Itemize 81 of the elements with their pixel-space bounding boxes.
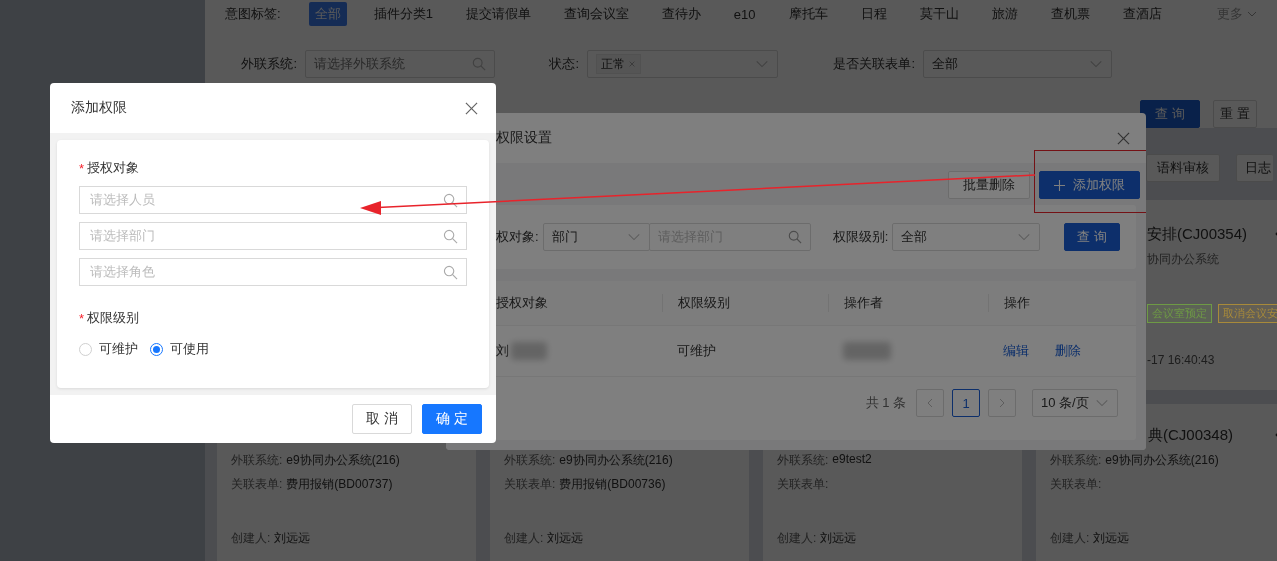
field-value: e9协同办公系统(216) bbox=[286, 452, 400, 469]
tag-chip[interactable]: 查询会议室 bbox=[557, 2, 635, 26]
total-count: 共 1 条 bbox=[865, 394, 906, 412]
field-value: 刘远远 bbox=[1093, 530, 1130, 547]
search-icon bbox=[443, 192, 458, 208]
column-header: 操作 bbox=[988, 294, 1136, 312]
card-title: 安排(CJ00354) bbox=[1147, 224, 1248, 244]
field-value: 刘远远 bbox=[820, 530, 857, 547]
tag-chip[interactable]: 查酒店 bbox=[1116, 2, 1168, 26]
select-field[interactable]: 全部 bbox=[892, 223, 1041, 251]
radio-option[interactable]: 可使用 bbox=[150, 340, 209, 358]
next-page-button[interactable] bbox=[988, 389, 1016, 417]
prev-page-button[interactable] bbox=[916, 389, 944, 417]
field-value: e9test2 bbox=[832, 452, 872, 468]
tag-chip[interactable]: 旅游 bbox=[985, 2, 1024, 26]
radio-option[interactable]: 可维护 bbox=[79, 340, 138, 358]
status-tag: 取消会议安 bbox=[1218, 304, 1277, 323]
column-header: 授权对象 bbox=[496, 294, 549, 312]
field-value: 刘远远 bbox=[274, 530, 311, 547]
tag-chip[interactable]: 提交请假单 bbox=[459, 2, 537, 26]
search-field[interactable]: 请选择部门 bbox=[79, 222, 467, 250]
field-label: 权限级别 bbox=[87, 309, 140, 327]
search-icon bbox=[787, 230, 802, 244]
column-header: 权限级别 bbox=[662, 294, 828, 312]
tag-chip[interactable]: 日程 bbox=[854, 2, 893, 26]
filter-label: 意图标签: bbox=[225, 5, 281, 23]
action-link[interactable]: 删除 bbox=[1055, 342, 1081, 360]
tag-chip[interactable]: e10 bbox=[727, 3, 762, 25]
tag-chip[interactable]: 摩托车 bbox=[782, 2, 834, 26]
filter-label: 外联系统: bbox=[240, 55, 297, 73]
page-button[interactable]: 1 bbox=[952, 389, 980, 417]
close-icon[interactable] bbox=[465, 101, 478, 115]
tag-chip[interactable]: 查机票 bbox=[1044, 2, 1096, 26]
page-size-select[interactable]: 10 条/页 bbox=[1032, 389, 1118, 417]
table-cell: 可维护 bbox=[677, 342, 716, 360]
card-time: -17 16:40:43 bbox=[1147, 353, 1216, 367]
status-select[interactable]: 正常 bbox=[587, 50, 778, 78]
search-icon bbox=[443, 228, 458, 244]
chevron-left-icon bbox=[925, 398, 935, 408]
field-value: 刘远远 bbox=[547, 530, 584, 547]
search-icon bbox=[443, 264, 458, 280]
chevron-right-icon bbox=[997, 398, 1007, 408]
plus-icon bbox=[1054, 179, 1065, 191]
search-field[interactable]: 请选择角色 bbox=[79, 258, 467, 286]
field-value: 费用报销(BD00736) bbox=[559, 476, 666, 493]
action-button[interactable]: 查 询 bbox=[1140, 100, 1200, 128]
search-icon bbox=[472, 57, 486, 71]
field-label: 授权对象 bbox=[87, 159, 140, 177]
field-value: e9协同办公系统(216) bbox=[559, 452, 673, 469]
search-field[interactable]: 请选择人员 bbox=[79, 186, 467, 214]
dialog-title: 权限设置 bbox=[496, 129, 552, 147]
close-icon[interactable] bbox=[1117, 131, 1130, 145]
toolbar-button[interactable]: 添加权限 bbox=[1039, 171, 1140, 199]
query-button[interactable]: 查 询 bbox=[1064, 223, 1121, 251]
required-mark: * bbox=[79, 160, 85, 176]
filter-label: 权对象: bbox=[496, 228, 539, 246]
select-field[interactable]: 部门 bbox=[542, 223, 650, 251]
select-field[interactable]: 全部 bbox=[923, 50, 1112, 78]
action-link[interactable]: 编辑 bbox=[1003, 342, 1029, 360]
filter-label: 权限级别: bbox=[832, 228, 889, 246]
column-header: 操作者 bbox=[828, 294, 988, 312]
dialog-button[interactable]: 取 消 bbox=[352, 404, 413, 434]
caret-icon bbox=[1247, 9, 1257, 19]
toolbar-button[interactable]: 批量删除 bbox=[948, 171, 1030, 199]
required-mark: * bbox=[79, 310, 85, 326]
field-value: e9协同办公系统(216) bbox=[1105, 452, 1219, 469]
toolbar-button[interactable]: 语料审核 bbox=[1146, 154, 1220, 182]
tag-chip[interactable]: 莫干山 bbox=[913, 2, 965, 26]
tag-chip[interactable]: 插件分类1 bbox=[367, 2, 439, 26]
field-value: 费用报销(BD00737) bbox=[286, 476, 393, 493]
table-cell: 刘 bbox=[496, 342, 509, 360]
tag-chip[interactable]: 全部 bbox=[308, 2, 347, 26]
toolbar-button[interactable]: 日志 bbox=[1236, 154, 1273, 182]
action-button[interactable]: 重 置 bbox=[1213, 100, 1257, 128]
dialog-button[interactable]: 确 定 bbox=[422, 404, 482, 434]
filter-label: 状态: bbox=[548, 55, 579, 73]
dialog-title: 添加权限 bbox=[71, 99, 127, 117]
card-title: 典(CJ00348) bbox=[1148, 425, 1234, 445]
filter-label: 是否关联表单: bbox=[832, 55, 915, 73]
tag-chip[interactable]: 查待办 bbox=[655, 2, 707, 26]
selected-tag: 正常 bbox=[596, 54, 641, 74]
